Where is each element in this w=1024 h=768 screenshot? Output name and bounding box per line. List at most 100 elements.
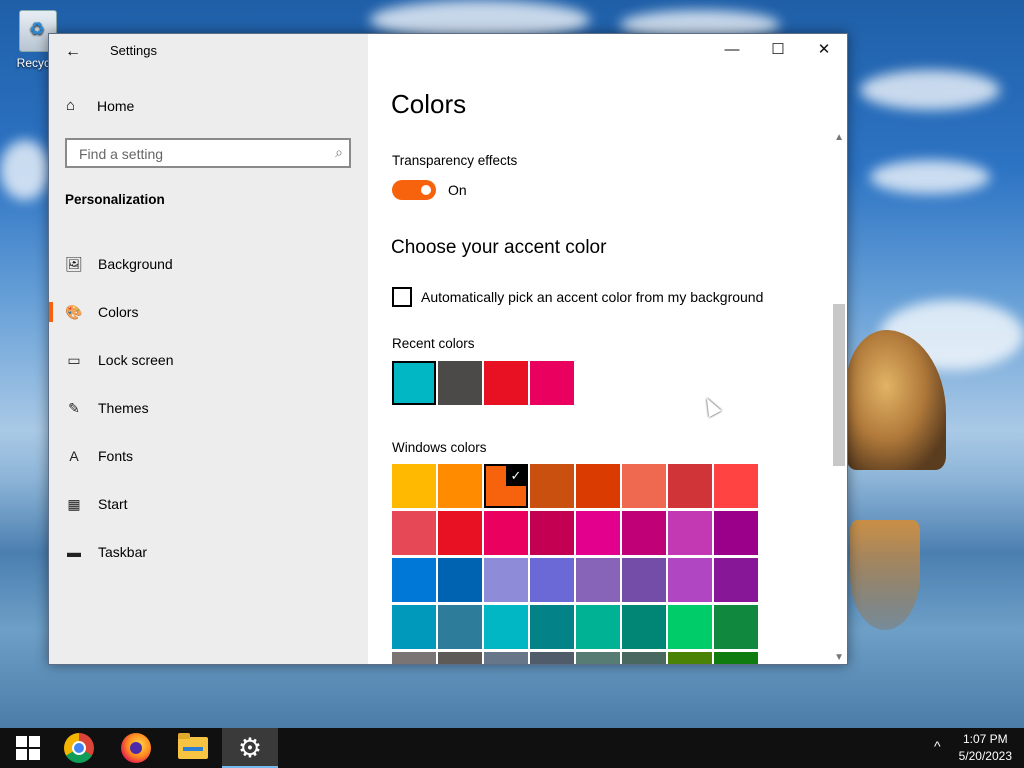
gear-icon: ⚙: [237, 732, 263, 763]
windows-color-swatch[interactable]: [438, 605, 482, 649]
picture-icon: 🖼: [65, 255, 83, 272]
clock-date: 5/20/2023: [958, 749, 1012, 763]
checkmark-icon: ✓: [506, 466, 526, 486]
search-box[interactable]: ⌕: [65, 138, 351, 168]
windows-color-swatch[interactable]: [576, 652, 620, 664]
sidebar-item-fonts[interactable]: A Fonts: [49, 432, 368, 480]
sidebar-item-colors[interactable]: 🎨 Colors: [49, 288, 368, 336]
windows-color-swatch[interactable]: [668, 464, 712, 508]
windows-color-swatch[interactable]: [668, 605, 712, 649]
sidebar-item-themes[interactable]: ✎ Themes: [49, 384, 368, 432]
windows-color-swatch[interactable]: [438, 511, 482, 555]
sidebar-item-background[interactable]: 🖼 Background: [49, 240, 368, 288]
windows-color-swatch[interactable]: [392, 558, 436, 602]
themes-icon: ✎: [68, 399, 80, 416]
windows-color-swatch[interactable]: [530, 652, 574, 664]
maximize-button[interactable]: ☐: [755, 34, 801, 66]
cloud: [870, 160, 990, 194]
windows-color-swatch[interactable]: [714, 558, 758, 602]
windows-color-swatch[interactable]: [576, 511, 620, 555]
recent-color-swatch[interactable]: [530, 361, 574, 405]
recent-color-swatch[interactable]: [392, 361, 436, 405]
sidebar-item-lock-screen[interactable]: ▭ Lock screen: [49, 336, 368, 384]
windows-color-swatch[interactable]: [668, 558, 712, 602]
close-button[interactable]: ✕: [801, 34, 847, 66]
windows-color-swatch[interactable]: [438, 464, 482, 508]
windows-color-swatch[interactable]: [530, 464, 574, 508]
windows-color-swatch[interactable]: [622, 511, 666, 555]
firefox-taskbar-button[interactable]: [108, 728, 164, 768]
sidebar-item-label: Start: [98, 496, 128, 512]
windows-color-swatch[interactable]: [530, 558, 574, 602]
windows-color-swatch[interactable]: [438, 652, 482, 664]
windows-color-swatch[interactable]: [576, 605, 620, 649]
windows-color-swatch[interactable]: [484, 558, 528, 602]
windows-color-swatch[interactable]: [576, 558, 620, 602]
clock-time: 1:07 PM: [962, 732, 1008, 746]
windows-color-swatch[interactable]: [714, 511, 758, 555]
settings-taskbar-button[interactable]: ⚙: [222, 728, 278, 768]
windows-color-swatch[interactable]: [530, 511, 574, 555]
windows-color-swatch[interactable]: [714, 652, 758, 664]
sidebar-item-start[interactable]: ▦ Start: [49, 480, 368, 528]
windows-color-swatch[interactable]: [622, 464, 666, 508]
sidebar-item-label: Background: [98, 256, 173, 272]
sidebar-item-label: Colors: [98, 304, 139, 320]
nav-list: 🖼 Background 🎨 Colors ▭ Lock screen ✎ Themes A Fo…: [49, 240, 368, 576]
search-icon[interactable]: ⌕: [335, 144, 343, 161]
taskbar-icon: ▬: [67, 544, 81, 560]
chrome-taskbar-button[interactable]: [51, 728, 107, 768]
auto-accent-checkbox[interactable]: [392, 287, 412, 307]
transparency-toggle[interactable]: [392, 180, 436, 200]
auto-accent-label[interactable]: Automatically pick an accent color from …: [421, 289, 763, 305]
recent-color-swatch[interactable]: [484, 361, 528, 405]
search-input[interactable]: [77, 145, 321, 163]
page-title: Colors: [391, 89, 467, 119]
fonts-icon: A: [69, 448, 79, 464]
tray-chevron-icon[interactable]: ^: [934, 738, 941, 754]
windows-logo-icon: [16, 736, 40, 760]
recent-color-swatch[interactable]: [438, 361, 482, 405]
windows-color-swatch[interactable]: [392, 464, 436, 508]
windows-colors-label: Windows colors: [392, 440, 487, 455]
start-button[interactable]: [0, 728, 56, 768]
windows-color-swatch[interactable]: [530, 605, 574, 649]
chrome-icon: [64, 733, 94, 763]
windows-color-swatch[interactable]: [392, 605, 436, 649]
sidebar-item-label: Taskbar: [98, 544, 148, 560]
windows-color-swatch[interactable]: [622, 558, 666, 602]
scroll-down-arrow[interactable]: ▼: [834, 652, 844, 663]
windows-color-swatch[interactable]: ✓: [484, 464, 528, 508]
sidebar-item-taskbar[interactable]: ▬ Taskbar: [49, 528, 368, 576]
scroll-up-arrow[interactable]: ▲: [834, 132, 844, 143]
recent-colors-label: Recent colors: [392, 336, 475, 351]
home-link[interactable]: ⌂ Home: [66, 97, 134, 114]
windows-color-swatch[interactable]: [668, 652, 712, 664]
minimize-button[interactable]: —: [709, 34, 755, 66]
back-button[interactable]: ←: [59, 38, 87, 66]
accent-heading: Choose your accent color: [391, 237, 607, 258]
folder-icon: [178, 733, 208, 759]
scroll-thumb[interactable]: [833, 304, 845, 466]
windows-color-swatch[interactable]: [392, 652, 436, 664]
windows-color-swatch[interactable]: [484, 652, 528, 664]
settings-window: ← Settings ⌂ Home ⌕ Personalization 🖼 Bac…: [48, 33, 848, 665]
windows-color-swatch[interactable]: [668, 511, 712, 555]
section-heading: Personalization: [65, 192, 165, 207]
file-explorer-taskbar-button[interactable]: [165, 728, 221, 768]
windows-color-swatch[interactable]: [438, 558, 482, 602]
sidebar-item-label: Lock screen: [98, 352, 174, 368]
windows-color-swatch[interactable]: [714, 464, 758, 508]
windows-color-swatch[interactable]: [622, 605, 666, 649]
windows-color-swatch[interactable]: [714, 605, 758, 649]
windows-color-swatch[interactable]: [622, 652, 666, 664]
clock[interactable]: 1:07 PM 5/20/2023: [959, 731, 1012, 765]
windows-color-swatch[interactable]: [484, 605, 528, 649]
windows-color-swatch[interactable]: [576, 464, 620, 508]
windows-color-swatch[interactable]: [392, 511, 436, 555]
sidebar: ← Settings ⌂ Home ⌕ Personalization 🖼 Bac…: [49, 34, 368, 664]
firefox-icon: [121, 733, 151, 763]
app-title: Settings: [110, 43, 157, 58]
windows-color-swatch[interactable]: [484, 511, 528, 555]
cliff-reflection: [850, 520, 920, 630]
